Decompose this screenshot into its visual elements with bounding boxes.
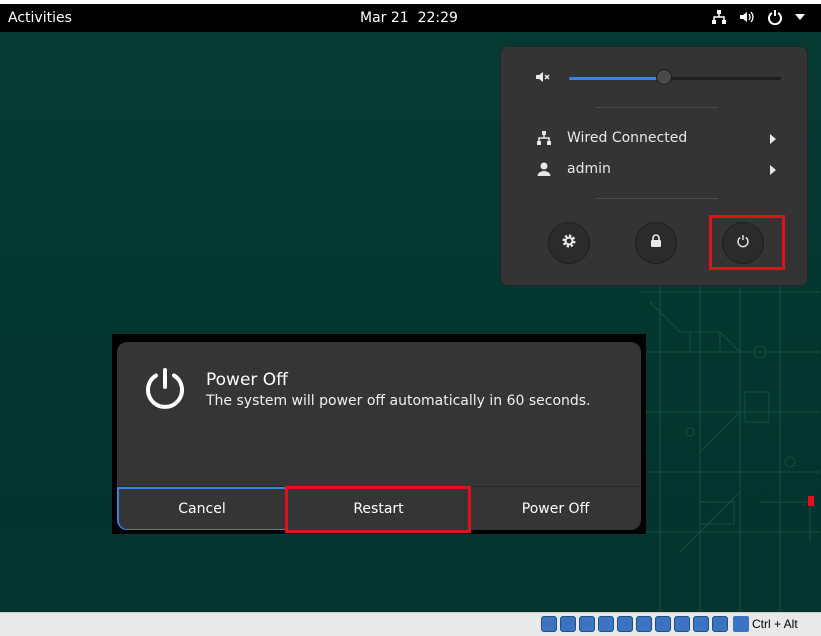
status-menu: Wired Connected admin — [500, 46, 808, 286]
hard-disk-icon[interactable] — [541, 616, 557, 632]
menu-item-user[interactable]: admin — [501, 154, 807, 184]
network-icon[interactable] — [711, 9, 727, 25]
arrow-right-icon — [769, 163, 777, 179]
arrow-right-icon — [769, 132, 777, 148]
cancel-button[interactable]: Cancel — [117, 487, 287, 530]
optical-drive-icon[interactable] — [560, 616, 576, 632]
highlight-box-edge — [808, 496, 814, 506]
menu-separator — [596, 107, 718, 108]
audio-icon[interactable] — [579, 616, 595, 632]
mouse-integration-icon[interactable] — [712, 616, 728, 632]
system-tray[interactable] — [711, 9, 805, 25]
chevron-down-icon[interactable] — [795, 13, 805, 21]
settings-button[interactable] — [548, 222, 590, 264]
dialog-title: Power Off — [206, 370, 288, 390]
vm-device-icons — [541, 616, 728, 632]
network-label: Wired Connected — [567, 130, 688, 146]
lock-icon — [649, 234, 663, 252]
volume-slider[interactable] — [569, 77, 781, 80]
user-icon — [536, 161, 552, 181]
dialog-message: The system will power off automatically … — [206, 393, 591, 409]
menu-item-network[interactable]: Wired Connected — [501, 123, 807, 153]
top-bar: Activities Mar 21 22:29 — [0, 4, 821, 32]
highlight-box — [285, 486, 471, 533]
recording-icon[interactable] — [693, 616, 709, 632]
lock-button[interactable] — [635, 222, 677, 264]
display-icon[interactable] — [655, 616, 671, 632]
volume-slider-knob[interactable] — [656, 69, 673, 85]
network-icon — [536, 130, 552, 150]
volume-icon[interactable] — [739, 9, 755, 25]
activities-button[interactable]: Activities — [8, 10, 72, 26]
volume-row — [501, 47, 807, 107]
volume-muted-icon[interactable] — [535, 69, 551, 89]
shared-folder-icon[interactable] — [636, 616, 652, 632]
host-key-label: Ctrl + Alt — [752, 617, 798, 631]
network-adapter-icon[interactable] — [598, 616, 614, 632]
power-icon[interactable] — [767, 9, 783, 25]
video-capture-icon[interactable] — [674, 616, 690, 632]
menu-separator — [596, 198, 718, 199]
power-off-button[interactable]: Power Off — [470, 487, 641, 530]
power-icon — [142, 366, 188, 416]
usb-icon[interactable] — [617, 616, 633, 632]
host-key-icon — [733, 616, 749, 632]
vm-status-bar: Ctrl + Alt — [0, 612, 821, 636]
user-label: admin — [567, 161, 611, 177]
highlight-box — [709, 215, 785, 270]
clock[interactable]: Mar 21 22:29 — [360, 10, 458, 26]
settings-icon — [561, 233, 577, 253]
volume-slider-fill — [569, 77, 665, 80]
